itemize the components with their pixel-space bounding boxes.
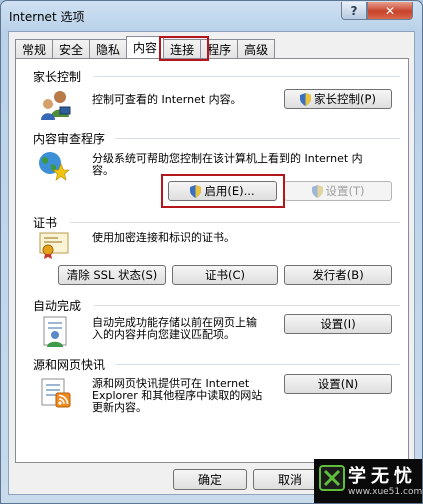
parental-section-title: 家长控制 xyxy=(33,70,82,84)
tab-strip: 常规 安全 隐私 内容 连接 程序 高级 xyxy=(15,36,276,59)
watermark-logo: 学无忧 www.xue51.com xyxy=(314,459,423,503)
dialog-client: 常规 安全 隐私 内容 连接 程序 高级 家长控制 控制可查看的 Interne… xyxy=(8,31,415,495)
tab-general[interactable]: 常规 xyxy=(15,39,54,58)
feeds-description-line3: 更新内容。 xyxy=(92,401,147,414)
parental-control-icon xyxy=(41,91,71,120)
advisor-description-line1: 分级系统可帮助您控制在该计算机上看到的 Internet 内 xyxy=(92,152,363,165)
certificates-description: 使用加密连接和标识的证书。 xyxy=(92,231,235,244)
clear-ssl-button[interactable]: 清除 SSL 状态(S) xyxy=(58,265,166,285)
autocomplete-section-title: 自动完成 xyxy=(33,299,82,313)
feeds-separator xyxy=(116,364,400,365)
watermark-badge-icon xyxy=(319,465,345,491)
advisor-settings-button[interactable]: 设置(T) xyxy=(284,181,392,201)
window-title: Internet 选项 xyxy=(9,10,85,24)
tab-security[interactable]: 安全 xyxy=(52,39,91,58)
autocomplete-icon xyxy=(43,316,67,347)
ok-button[interactable]: 确定 xyxy=(173,469,247,490)
feeds-section-title: 源和网页快讯 xyxy=(33,358,106,372)
content-panel: 家长控制 控制可查看的 Internet 内容。 家长控制(P) 内容审查程序 xyxy=(15,58,409,463)
parental-separator xyxy=(94,76,400,77)
feeds-icon xyxy=(41,378,71,408)
enable-button-highlight xyxy=(161,174,285,208)
certificates-separator xyxy=(70,222,400,223)
internet-options-window: Internet 选项 ? ✕ 常规 安全 隐私 内容 连接 程序 高级 家长控… xyxy=(0,0,423,504)
certificates-button[interactable]: 证书(C) xyxy=(172,265,278,285)
tab-advanced[interactable]: 高级 xyxy=(237,39,276,58)
help-button[interactable]: ? xyxy=(341,2,367,20)
parental-description: 控制可查看的 Internet 内容。 xyxy=(92,93,242,106)
uac-shield-icon xyxy=(300,92,312,106)
certificates-section-title: 证书 xyxy=(33,216,58,230)
advisor-separator xyxy=(115,138,400,139)
advisor-section-title: 内容审查程序 xyxy=(33,132,106,146)
autocomplete-description-line2: 入的内容并向您建议匹配项。 xyxy=(92,328,235,341)
tab-privacy[interactable]: 隐私 xyxy=(89,39,128,58)
content-tab-highlight xyxy=(159,36,209,61)
advisor-description-line2: 容。 xyxy=(92,164,114,177)
parental-controls-button-label: 家长控制(P) xyxy=(314,92,376,106)
autocomplete-separator xyxy=(94,305,400,306)
feeds-settings-button[interactable]: 设置(N) xyxy=(284,374,392,394)
autocomplete-settings-button[interactable]: 设置(I) xyxy=(284,314,392,334)
advisor-settings-button-label: 设置(T) xyxy=(325,184,365,198)
parental-controls-button[interactable]: 家长控制(P) xyxy=(284,89,392,109)
close-button[interactable]: ✕ xyxy=(367,2,413,20)
publishers-button[interactable]: 发行者(B) xyxy=(284,265,392,285)
watermark-url: www.xue51.com xyxy=(348,487,423,497)
certificate-icon xyxy=(39,232,69,259)
uac-shield-icon xyxy=(311,184,323,198)
globe-star-icon xyxy=(39,152,70,181)
watermark-text: 学无忧 xyxy=(348,466,417,487)
